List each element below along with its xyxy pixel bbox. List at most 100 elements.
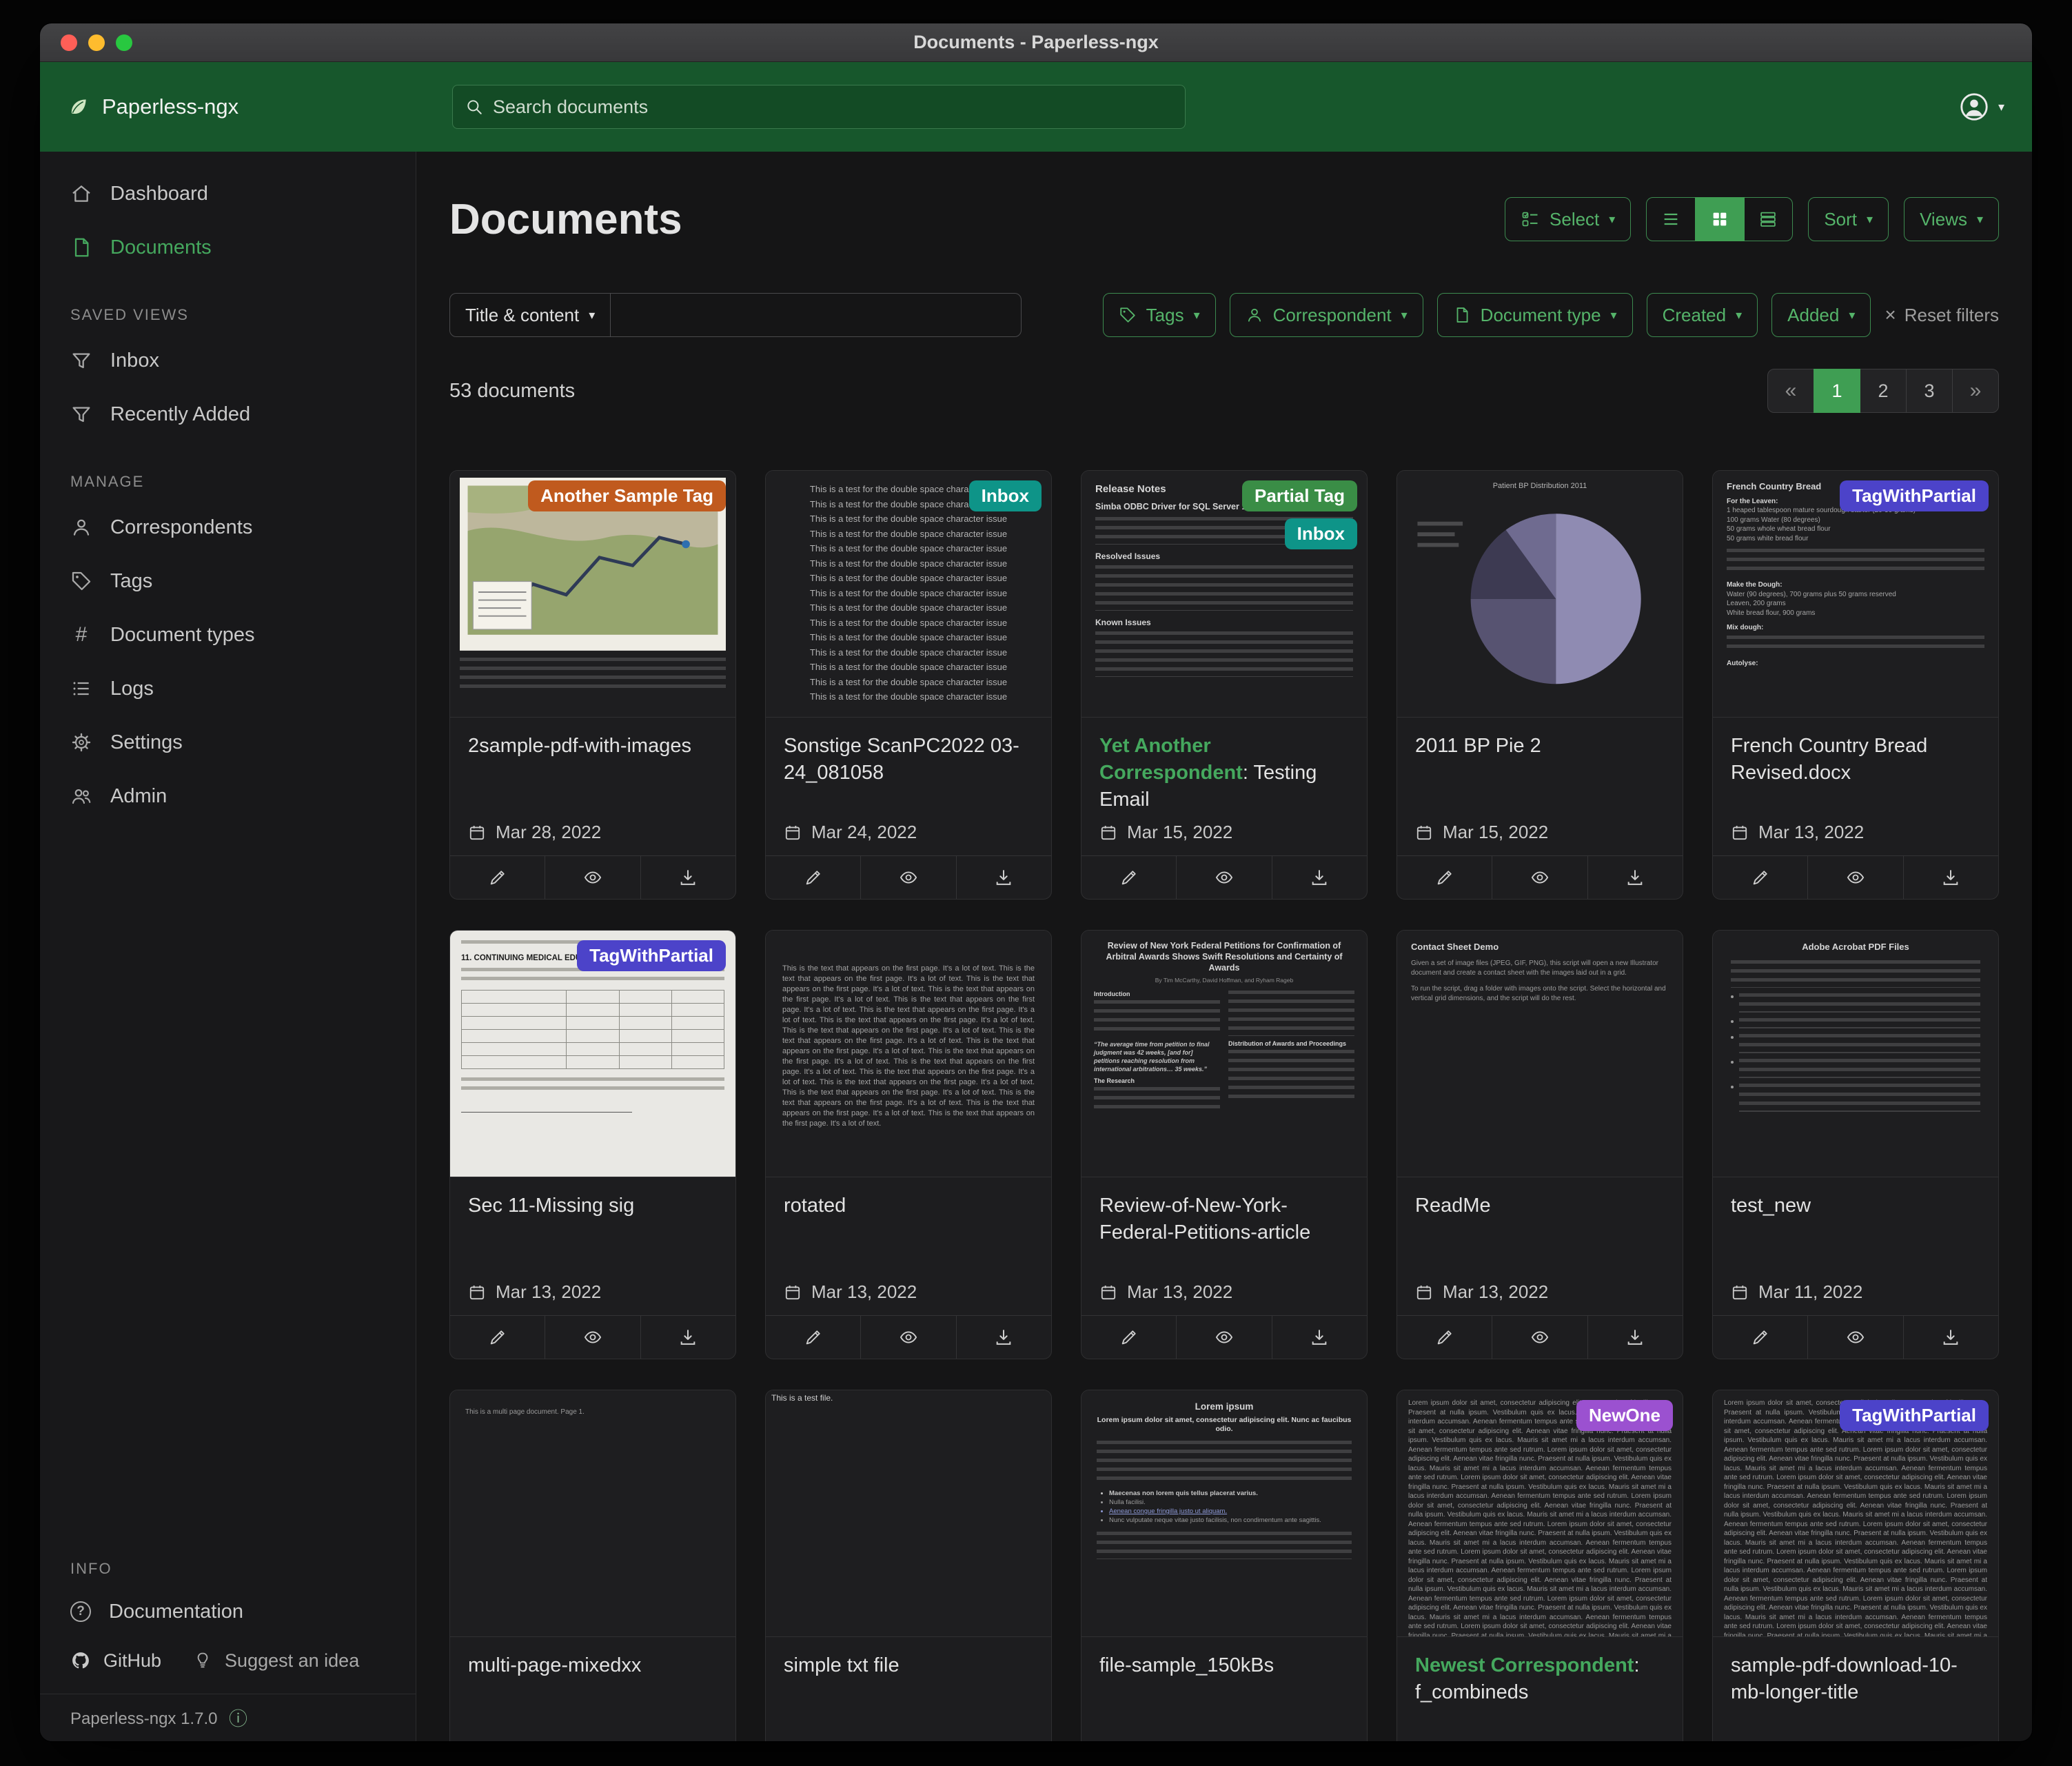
tag-chip[interactable]: TagWithPartial xyxy=(1840,480,1989,511)
edit-document-button[interactable] xyxy=(1081,856,1176,899)
tag-chip[interactable]: TagWithPartial xyxy=(1840,1400,1989,1431)
document-thumbnail[interactable]: Adobe Acrobat PDF Files xyxy=(1713,931,1998,1177)
filter-field-select[interactable]: Title & content ▾ xyxy=(450,294,611,336)
view-details-button[interactable] xyxy=(1743,197,1793,241)
download-document-button[interactable] xyxy=(1587,856,1683,899)
tag-chip[interactable]: TagWithPartial xyxy=(577,940,726,971)
document-card[interactable]: This is the text that appears on the fir… xyxy=(765,930,1052,1359)
close-button[interactable] xyxy=(61,34,77,51)
pagination-page-1[interactable]: 1 xyxy=(1814,369,1860,413)
document-title[interactable]: French Country Bread Revised.docx xyxy=(1731,733,1980,786)
tag-chip[interactable]: Partial Tag xyxy=(1242,480,1357,511)
view-grid-button[interactable] xyxy=(1695,197,1745,241)
document-thumbnail[interactable]: Review of New York Federal Petitions for… xyxy=(1081,931,1367,1177)
preview-document-button[interactable] xyxy=(1807,856,1902,899)
filter-correspondent-button[interactable]: Correspondent ▾ xyxy=(1230,293,1423,337)
download-document-button[interactable] xyxy=(1903,1316,1998,1359)
tag-chip[interactable]: Inbox xyxy=(969,480,1042,511)
document-card[interactable]: Adobe Acrobat PDF Files test_new Mar 11, xyxy=(1712,930,1999,1359)
user-menu[interactable]: ▾ xyxy=(1958,91,2004,123)
filter-tags-button[interactable]: Tags ▾ xyxy=(1103,293,1216,337)
document-thumbnail[interactable]: Contact Sheet Demo Given a set of image … xyxy=(1397,931,1683,1177)
preview-document-button[interactable] xyxy=(1176,856,1271,899)
github-link[interactable]: GitHub xyxy=(70,1650,161,1672)
edit-document-button[interactable] xyxy=(1397,1316,1492,1359)
correspondent-link[interactable]: Newest Correspondent xyxy=(1415,1654,1634,1676)
sidebar-item-inbox[interactable]: Inbox xyxy=(40,334,416,387)
document-thumbnail[interactable]: 11. CONTINUING MEDICAL EDUCATION xyxy=(450,931,735,1177)
tag-chip[interactable]: NewOne xyxy=(1576,1400,1673,1431)
preview-document-button[interactable] xyxy=(545,1316,640,1359)
download-document-button[interactable] xyxy=(640,856,735,899)
download-document-button[interactable] xyxy=(956,1316,1051,1359)
document-title[interactable]: file-sample_150kBs xyxy=(1099,1652,1349,1679)
sidebar-item-admin[interactable]: Admin xyxy=(40,769,416,823)
document-thumbnail[interactable]: French Country Bread For the Leaven: 1 h… xyxy=(1713,471,1998,718)
sidebar-item-document-types[interactable]: # Document types xyxy=(40,608,416,662)
document-thumbnail[interactable]: This is a test for the double space char… xyxy=(766,471,1051,718)
document-card[interactable]: Contact Sheet Demo Given a set of image … xyxy=(1396,930,1683,1359)
document-thumbnail[interactable]: Another Sample Tag xyxy=(450,471,735,718)
minimize-button[interactable] xyxy=(88,34,105,51)
preview-document-button[interactable] xyxy=(860,856,955,899)
sidebar-item-settings[interactable]: Settings xyxy=(40,715,416,769)
document-title[interactable]: Yet Another Correspondent: Testing Email xyxy=(1099,733,1349,813)
view-list-button[interactable] xyxy=(1646,197,1696,241)
document-title[interactable]: 2011 BP Pie 2 xyxy=(1415,733,1665,760)
correspondent-link[interactable]: Yet Another Correspondent xyxy=(1099,735,1243,784)
preview-document-button[interactable] xyxy=(1807,1316,1902,1359)
sidebar-item-logs[interactable]: Logs xyxy=(40,662,416,715)
document-title[interactable]: Sec 11-Missing sig xyxy=(468,1192,718,1219)
document-title[interactable]: test_new xyxy=(1731,1192,1980,1219)
info-circle-icon[interactable]: ⓘ xyxy=(227,1710,249,1729)
edit-document-button[interactable] xyxy=(1713,856,1807,899)
global-search-input[interactable] xyxy=(493,97,1172,118)
document-card[interactable]: French Country Bread For the Leaven: 1 h… xyxy=(1712,470,1999,900)
document-title[interactable]: sample-pdf-download-10-mb-longer-title xyxy=(1731,1652,1980,1706)
document-title[interactable]: rotated xyxy=(784,1192,1033,1219)
document-title[interactable]: 2sample-pdf-with-images xyxy=(468,733,718,760)
document-card[interactable]: This is a multi page document. Page 1. m… xyxy=(449,1390,736,1742)
select-button[interactable]: Select ▾ xyxy=(1505,197,1631,241)
tag-chip[interactable]: Inbox xyxy=(1285,518,1357,549)
sort-button[interactable]: Sort ▾ xyxy=(1808,197,1889,241)
edit-document-button[interactable] xyxy=(450,856,545,899)
sidebar-item-dashboard[interactable]: Dashboard xyxy=(40,167,416,221)
preview-document-button[interactable] xyxy=(1176,1316,1271,1359)
views-button[interactable]: Views ▾ xyxy=(1904,197,1999,241)
edit-document-button[interactable] xyxy=(1397,856,1492,899)
document-card[interactable]: This is a test for the double space char… xyxy=(765,470,1052,900)
document-card[interactable]: Another Sample Tag 2sample-pdf-with-imag… xyxy=(449,470,736,900)
pagination-page-3[interactable]: 3 xyxy=(1906,369,1953,413)
document-card[interactable]: Lorem ipsum dolor sit amet, consectetur … xyxy=(1712,1390,1999,1742)
sidebar-item-tags[interactable]: Tags xyxy=(40,554,416,608)
document-card[interactable]: Review of New York Federal Petitions for… xyxy=(1081,930,1368,1359)
document-title[interactable]: multi-page-mixedxx xyxy=(468,1652,718,1679)
edit-document-button[interactable] xyxy=(766,856,860,899)
edit-document-button[interactable] xyxy=(766,1316,860,1359)
download-document-button[interactable] xyxy=(640,1316,735,1359)
edit-document-button[interactable] xyxy=(450,1316,545,1359)
preview-document-button[interactable] xyxy=(860,1316,955,1359)
document-card[interactable]: Release Notes Simba ODBC Driver for SQL … xyxy=(1081,470,1368,900)
filter-text-input[interactable] xyxy=(611,305,1021,326)
tag-chip[interactable]: Another Sample Tag xyxy=(528,480,726,511)
filter-added-button[interactable]: Added ▾ xyxy=(1771,293,1871,337)
preview-document-button[interactable] xyxy=(1492,856,1587,899)
edit-document-button[interactable] xyxy=(1081,1316,1176,1359)
download-document-button[interactable] xyxy=(1272,856,1367,899)
document-card[interactable]: Patient BP Distribution 2011 xyxy=(1396,470,1683,900)
document-thumbnail[interactable]: Lorem ipsum dolor sit amet, consectetur … xyxy=(1397,1390,1683,1637)
document-thumbnail[interactable]: Patient BP Distribution 2011 xyxy=(1397,471,1683,718)
pagination-page-2[interactable]: 2 xyxy=(1860,369,1907,413)
document-card[interactable]: 11. CONTINUING MEDICAL EDUCATION xyxy=(449,930,736,1359)
preview-document-button[interactable] xyxy=(1492,1316,1587,1359)
download-document-button[interactable] xyxy=(1587,1316,1683,1359)
document-title[interactable]: Newest Correspondent: f_combineds xyxy=(1415,1652,1665,1706)
document-thumbnail[interactable]: This is a test file. xyxy=(766,1390,1051,1637)
document-title[interactable]: Review-of-New-York-Federal-Petitions-art… xyxy=(1099,1192,1349,1246)
download-document-button[interactable] xyxy=(1272,1316,1367,1359)
reset-filters-button[interactable]: × Reset filters xyxy=(1885,304,1999,326)
download-document-button[interactable] xyxy=(956,856,1051,899)
sidebar-item-recently-added[interactable]: Recently Added xyxy=(40,387,416,441)
